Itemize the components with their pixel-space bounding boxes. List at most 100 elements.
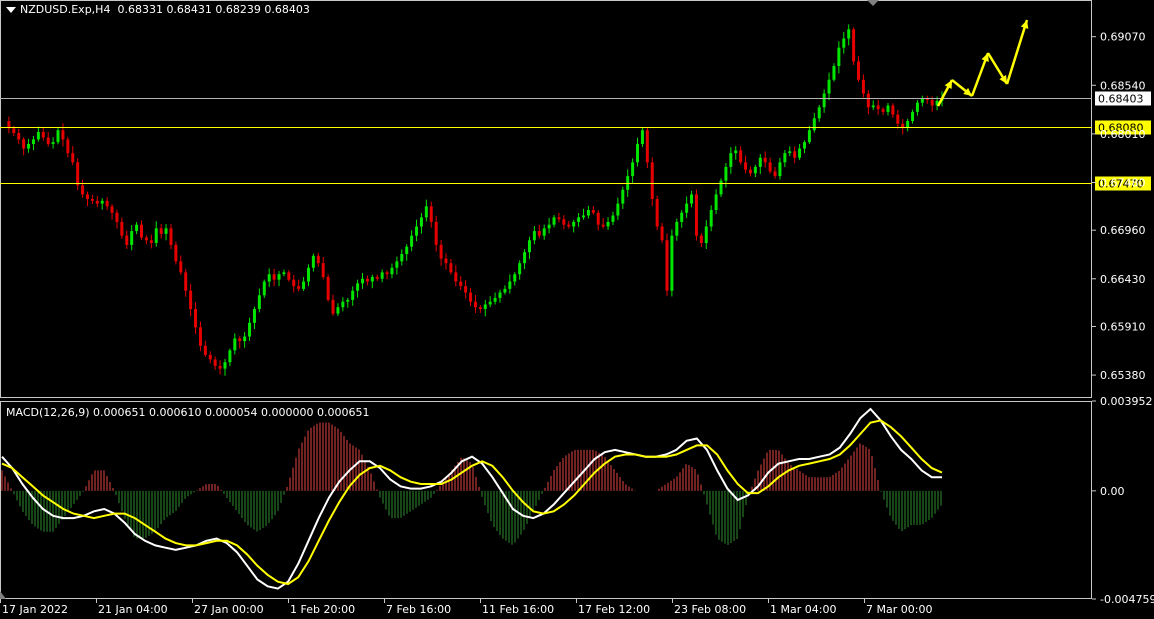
candle-body	[896, 114, 900, 124]
candle	[76, 158, 80, 191]
candle	[906, 118, 910, 132]
candle-body	[302, 281, 306, 289]
candle-body	[581, 215, 585, 218]
candle	[469, 287, 473, 306]
candle	[886, 102, 890, 116]
candle-body	[709, 210, 713, 227]
candle	[243, 332, 247, 348]
candle-body	[233, 338, 237, 351]
candle-body	[645, 130, 649, 163]
axes: 0.69070 0.68540 0.68010 0.67480 0.66960 0.664…	[0, 31, 1154, 616]
candle	[341, 297, 345, 312]
candle-body	[690, 194, 694, 204]
candle	[449, 258, 453, 275]
dropdown-triangle-icon[interactable]	[6, 7, 16, 13]
candle	[164, 224, 168, 241]
candle	[22, 137, 26, 156]
candle	[41, 127, 45, 141]
candle	[901, 119, 905, 135]
candle	[208, 351, 212, 364]
candle-body	[852, 29, 856, 62]
candle-body	[572, 221, 576, 227]
candle	[699, 233, 703, 247]
candle-body	[837, 47, 841, 67]
candle	[812, 113, 816, 133]
candle-body	[798, 148, 802, 158]
candle-body	[532, 231, 536, 241]
candle-body	[267, 274, 271, 282]
time-tick-label: 7 Mar 00:00	[866, 603, 932, 616]
candle	[100, 198, 104, 210]
candle	[822, 89, 826, 113]
price-tick-label: 0.66960	[1100, 224, 1146, 237]
candle	[228, 348, 232, 367]
candle	[694, 189, 698, 241]
candle-body	[523, 252, 527, 264]
time-tick-label: 1 Mar 04:00	[770, 603, 836, 616]
candle-body	[508, 281, 512, 289]
candle	[66, 136, 70, 158]
candle-body	[861, 79, 865, 94]
candle	[758, 153, 762, 175]
candle-body	[513, 274, 517, 282]
candle	[267, 268, 271, 288]
candle-body	[498, 292, 502, 299]
candle-body	[277, 274, 281, 280]
candle-body	[547, 224, 551, 229]
candle-body	[208, 354, 212, 360]
price-tick-label: 0.65910	[1100, 320, 1146, 333]
ohlc-values: 0.68331 0.68431 0.68239 0.68403	[117, 3, 310, 16]
candle	[7, 116, 11, 134]
candle	[542, 224, 546, 240]
candle	[483, 300, 487, 317]
candle	[198, 321, 202, 352]
candle	[748, 166, 752, 177]
candle	[218, 360, 222, 375]
candle	[277, 271, 281, 287]
candle-body	[699, 235, 703, 244]
candle-body	[164, 228, 168, 234]
candle	[645, 127, 649, 169]
candle-body	[410, 235, 414, 247]
symbol-header: NZDUSD.Exp,H4 0.68331 0.68431 0.68239 0.…	[6, 3, 310, 16]
candle	[552, 215, 556, 228]
candle	[788, 146, 792, 157]
candle	[454, 265, 458, 287]
candle	[753, 164, 757, 178]
price-tick-label: 0.68540	[1100, 79, 1146, 92]
candle	[891, 103, 895, 118]
candle-body	[685, 203, 689, 213]
candle-body	[351, 290, 355, 300]
candle-body	[596, 212, 600, 225]
candle	[621, 186, 625, 209]
candle	[56, 127, 60, 145]
candle-body	[429, 206, 433, 222]
candle	[419, 212, 423, 234]
candle-body	[419, 217, 423, 227]
candle-body	[601, 224, 605, 227]
forecast-arrow-segment	[1005, 19, 1029, 85]
candle-body	[135, 224, 139, 232]
candle-body	[542, 228, 546, 236]
candle	[351, 286, 355, 306]
candle	[473, 295, 477, 314]
candle	[876, 99, 880, 115]
candle	[51, 137, 55, 149]
candle	[567, 221, 571, 229]
candle	[837, 41, 841, 74]
time-tick-label: 21 Jan 04:00	[98, 603, 168, 616]
price-chart[interactable]: 0.684030.680800.67470 0.690700.685400.68…	[0, 0, 1154, 619]
price-level-label: 0.68403	[1098, 93, 1144, 106]
candle-body	[719, 180, 723, 195]
candle	[223, 358, 227, 376]
candle-body	[61, 130, 65, 140]
candle	[370, 274, 374, 289]
candle-body	[832, 66, 836, 80]
candle-body	[901, 123, 905, 128]
candle	[316, 252, 320, 267]
candle	[105, 197, 109, 211]
candle-body	[218, 365, 222, 369]
candle	[690, 190, 694, 208]
price-tick-label: 0.69070	[1100, 31, 1146, 44]
candle	[508, 274, 512, 294]
